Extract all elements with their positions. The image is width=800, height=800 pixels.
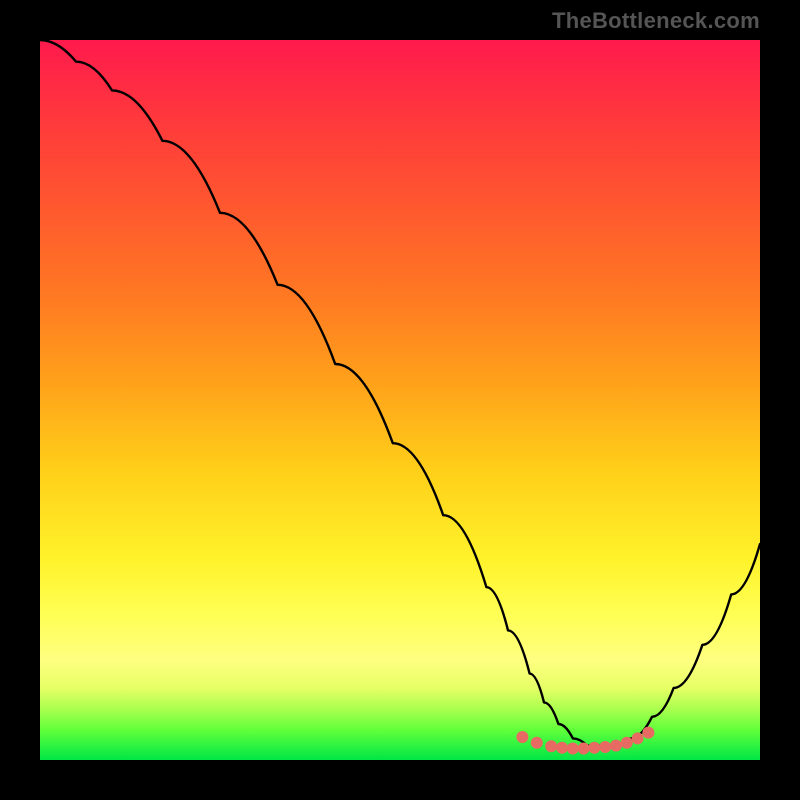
highlight-dot: [588, 742, 600, 754]
highlight-dot: [567, 743, 579, 755]
chart-frame: TheBottleneck.com: [0, 0, 800, 800]
highlight-dot: [545, 740, 557, 752]
highlight-dot: [599, 741, 611, 753]
highlight-dot: [610, 740, 622, 752]
highlight-dots: [516, 727, 654, 755]
bottleneck-curve: [40, 40, 760, 746]
highlight-dot: [632, 732, 644, 744]
highlight-dot: [578, 743, 590, 755]
chart-svg: [40, 40, 760, 760]
highlight-dot: [516, 731, 528, 743]
highlight-dot: [621, 737, 633, 749]
highlight-dot: [642, 727, 654, 739]
plot-area: [40, 40, 760, 760]
watermark-text: TheBottleneck.com: [552, 8, 760, 34]
highlight-dot: [531, 737, 543, 749]
highlight-dot: [556, 742, 568, 754]
